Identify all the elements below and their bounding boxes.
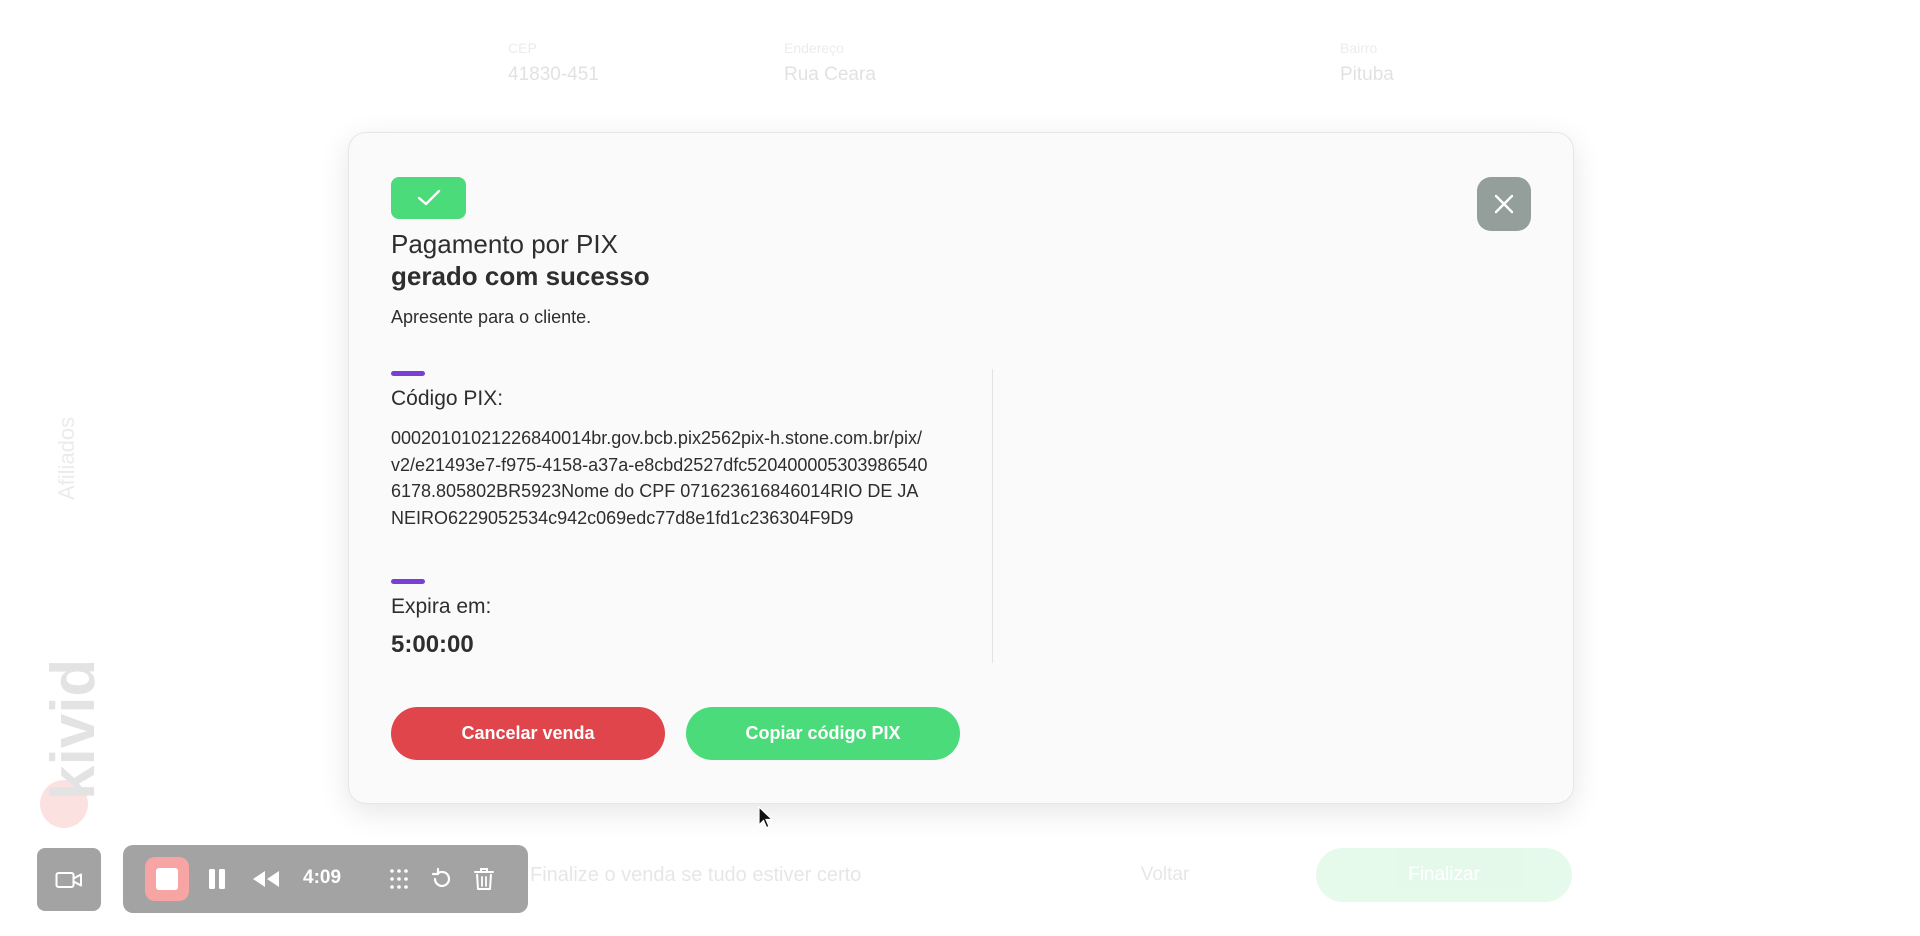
mouse-cursor — [758, 806, 774, 829]
logo: kivid — [39, 658, 108, 800]
close-button[interactable] — [1477, 177, 1531, 231]
rewind-icon — [253, 871, 279, 887]
checkmark-icon — [417, 189, 440, 206]
video-camera-icon — [55, 871, 82, 888]
camera-toggle-button[interactable] — [37, 848, 101, 911]
address-field: Endereço Rua Ceara — [784, 40, 876, 86]
sidebar-item-afiliados[interactable]: Afiliados — [54, 417, 80, 500]
recording-timer: 4:09 — [303, 867, 342, 888]
neighborhood-field: Bairro Pituba — [1340, 40, 1394, 86]
pix-payment-modal: Pagamento por PIX gerado com sucesso Apr… — [348, 132, 1574, 804]
grid-button[interactable] — [387, 867, 411, 891]
expires-countdown: 5:00:00 — [391, 631, 474, 658]
expires-label: Expira em: — [391, 595, 492, 618]
pause-button[interactable] — [207, 867, 227, 891]
modal-title: Pagamento por PIX — [391, 229, 618, 259]
cep-field: CEP 41830-451 — [508, 40, 599, 86]
modal-subtitle: Apresente para o cliente. — [391, 307, 592, 327]
modal-title-emphasis: gerado com sucesso — [391, 261, 650, 291]
cep-value: 41830-451 — [508, 64, 599, 85]
cancel-sale-button[interactable]: Cancelar venda — [391, 707, 665, 760]
back-button[interactable]: Voltar — [1040, 848, 1290, 902]
neighborhood-value: Pituba — [1340, 64, 1394, 85]
address-label: Endereço — [784, 40, 844, 56]
finish-button[interactable]: Finalizar — [1316, 848, 1572, 902]
trash-icon — [474, 868, 494, 890]
pause-icon — [209, 869, 225, 889]
stop-icon — [156, 868, 178, 890]
rewind-button[interactable] — [251, 867, 281, 891]
pix-code-label: Código PIX: — [391, 387, 504, 410]
restart-button[interactable] — [430, 867, 454, 891]
cep-label: CEP — [508, 40, 537, 56]
neighborhood-label: Bairro — [1340, 40, 1378, 56]
restart-icon — [431, 867, 451, 888]
close-icon — [1494, 194, 1514, 214]
accent-divider — [391, 371, 425, 376]
grid-icon — [390, 869, 408, 889]
recording-toolbar: 4:09 — [123, 845, 528, 913]
copy-pix-code-button[interactable]: Copiar código PIX — [686, 707, 960, 760]
success-badge — [391, 177, 466, 219]
pix-code-text[interactable]: 00020101021226840014br.gov.bcb.pix2562pi… — [391, 425, 931, 531]
stop-recording-button[interactable] — [145, 857, 189, 901]
delete-button[interactable] — [473, 867, 495, 891]
address-value: Rua Ceara — [784, 64, 876, 85]
accent-divider — [391, 579, 425, 584]
footer-instruction: Finalize o venda se tudo estiver certo — [530, 864, 862, 886]
vertical-divider — [992, 369, 993, 663]
